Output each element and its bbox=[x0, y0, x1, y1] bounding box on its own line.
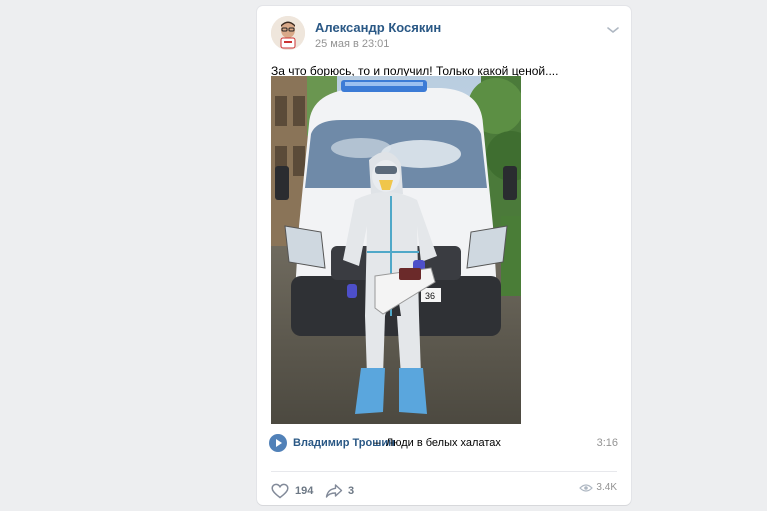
audio-duration: 3:16 bbox=[596, 437, 618, 449]
ambulance-photo: 36 bbox=[271, 76, 521, 424]
share-count: 3 bbox=[348, 485, 355, 497]
chevron-down-icon bbox=[607, 27, 619, 34]
avatar[interactable] bbox=[271, 16, 305, 50]
post-menu-button[interactable] bbox=[606, 22, 620, 34]
views-counter: 3.4K bbox=[579, 482, 617, 493]
avatar-image bbox=[271, 16, 305, 50]
share-button[interactable]: 3 bbox=[325, 480, 354, 502]
author-name[interactable]: Александр Косякин bbox=[315, 20, 441, 35]
post-card: Александр Косякин 25 мая в 23:01 За что … bbox=[257, 6, 631, 505]
plate-number: 36 bbox=[425, 291, 435, 301]
eye-icon bbox=[579, 483, 594, 492]
audio-separator: – bbox=[374, 437, 381, 449]
play-icon[interactable] bbox=[269, 434, 287, 452]
audio-title[interactable]: Люди в белых халатах bbox=[386, 437, 501, 449]
like-button[interactable]: 194 bbox=[271, 480, 313, 502]
views-count: 3.4K bbox=[596, 482, 617, 493]
post-date[interactable]: 25 мая в 23:01 bbox=[315, 38, 389, 50]
share-icon bbox=[325, 484, 343, 498]
divider bbox=[271, 471, 617, 472]
post-photo[interactable]: 36 bbox=[271, 76, 521, 424]
like-count: 194 bbox=[295, 485, 314, 497]
heart-icon bbox=[271, 483, 289, 499]
audio-attachment: Владимир Трошин – Люди в белых халатах 3… bbox=[269, 434, 621, 454]
